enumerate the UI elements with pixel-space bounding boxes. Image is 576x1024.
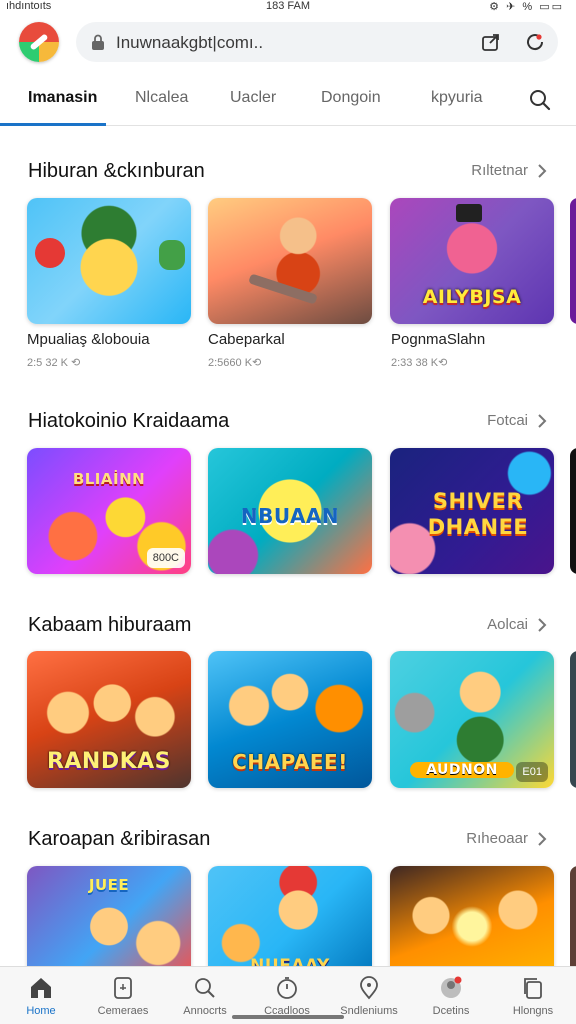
home-indicator[interactable] [232, 1015, 344, 1019]
game-art-title: AUDNON [410, 762, 514, 778]
card-title[interactable]: Mpualiaş &lobouia [27, 331, 150, 348]
game-card[interactable]: NBUAAN [208, 448, 372, 574]
card-title[interactable]: PognmaSlahn [391, 331, 485, 348]
lock-icon [92, 34, 104, 50]
reload-icon[interactable] [524, 31, 546, 53]
game-art-title: CHAPAEE! [232, 750, 348, 774]
section-title: Karoapan &ribirasan [28, 828, 211, 850]
card-badge: E01 [516, 762, 548, 782]
game-art-title: RANDKAS [46, 749, 172, 774]
next-card-peek[interactable] [570, 448, 576, 574]
next-card-peek[interactable] [570, 866, 576, 976]
copy-icon [524, 978, 542, 999]
nav-hlongns[interactable]: Hlongns [492, 975, 574, 1017]
game-art-title: AILYBJSA [422, 286, 522, 308]
nav-cemeraes[interactable]: Cemeraes [82, 975, 164, 1017]
section-title: Kabaam hiburaam [28, 614, 192, 636]
phone-icon [114, 977, 132, 999]
card-title[interactable]: Cabeparkal [208, 331, 285, 348]
app-screen: ıhdıntoıts 183 FAM ⚙ ✈ % ▭▭ Inuwnaakgbt|… [0, 0, 576, 1024]
game-card[interactable]: RANDKAS [27, 651, 191, 788]
timer-icon [277, 977, 297, 999]
game-card[interactable]: CHAPAEE! [208, 651, 372, 788]
card-meta: 2:5 32 K ⟲ [27, 357, 81, 369]
card-meta: 2:5660 K⟲ [208, 357, 262, 369]
card-meta: 2:33 38 K⟲ [391, 357, 448, 369]
chevron-right-icon[interactable] [536, 413, 548, 429]
chevron-right-icon[interactable] [536, 617, 548, 633]
see-all-link[interactable]: Aolcai [487, 616, 528, 633]
game-card[interactable]: NUEAAY [208, 866, 372, 976]
search-icon [195, 978, 215, 998]
browser-toolbar: Inuwnaakgbt|comı.. [0, 16, 576, 72]
card-badge: 800C [146, 548, 185, 568]
chevron-right-icon[interactable] [536, 163, 548, 179]
game-card[interactable]: AILYBJSA [390, 198, 554, 324]
game-card[interactable] [27, 198, 191, 324]
tab-dongoin[interactable]: Dongoin [321, 89, 381, 107]
section-hiatokoinio: Hiatokoinio Kraidaama Fotcai BLIAİNN 800… [0, 410, 576, 580]
nav-sndleniums[interactable]: Sndleniums [328, 975, 410, 1017]
see-all-link[interactable]: Rıheoaar [466, 830, 528, 847]
status-icons: ⚙ ✈ % ▭▭ [489, 1, 564, 13]
chevron-right-icon[interactable] [536, 831, 548, 847]
tab-nlcalea[interactable]: Nlcalea [135, 89, 188, 107]
section-title: Hiatokoinio Kraidaama [28, 410, 230, 432]
search-icon[interactable] [528, 88, 552, 112]
see-all-link[interactable]: Fotcai [487, 412, 528, 429]
app-logo-icon[interactable] [19, 22, 59, 62]
nav-ccadloos[interactable]: Ccadloos [246, 975, 328, 1017]
section-kabaam: Kabaam hiburaam Aolcai RANDKAS CHAPAEE! … [0, 614, 576, 794]
see-all-link[interactable]: Rıltetnar [471, 162, 528, 179]
nav-dcetins[interactable]: Dcetins [410, 975, 492, 1017]
url-text[interactable]: Inuwnaakgbt|comı.. [116, 33, 263, 53]
nav-home[interactable]: Home [0, 975, 82, 1017]
game-art-title: BLIAİNN [72, 470, 146, 488]
home-icon [31, 978, 51, 998]
game-art-title: NBUAAN [240, 504, 340, 528]
pin-icon [360, 976, 378, 1000]
section-hiburan: Hiburan &ckınburan Rıltetnar Mpualiaş &l… [0, 160, 576, 375]
next-card-peek[interactable] [570, 651, 576, 788]
next-card-peek[interactable] [570, 198, 576, 324]
tab-uacler[interactable]: Uacler [230, 89, 276, 107]
tab-kpyuria[interactable]: kpyuria [431, 89, 483, 107]
section-title: Hiburan &ckınburan [28, 160, 205, 182]
game-art-title: JUEE [88, 876, 130, 894]
tab-imanasin[interactable]: Imanasin [28, 89, 97, 107]
address-bar[interactable]: Inuwnaakgbt|comı.. [76, 22, 558, 62]
nav-annocrts[interactable]: Annocrts [164, 975, 246, 1017]
avatar-icon [441, 976, 462, 998]
game-card[interactable] [208, 198, 372, 324]
game-card[interactable]: SHIVER DHANEE [390, 448, 554, 574]
status-bar: ıhdıntoıts 183 FAM ⚙ ✈ % ▭▭ [0, 0, 576, 16]
game-art-title: SHIVER DHANEE [427, 489, 529, 539]
game-card[interactable] [390, 866, 554, 976]
game-card[interactable]: BLIAİNN 800C [27, 448, 191, 574]
active-tab-indicator [0, 123, 106, 126]
game-card[interactable]: JUEE [27, 866, 191, 976]
section-karoapan: Karoapan &ribirasan Rıheoaar JUEE NUEAAY [0, 828, 576, 976]
category-tabs: Imanasin Nlcalea Uacler Dongoin kpyuria [0, 72, 576, 126]
game-card[interactable]: AUDNON E01 [390, 651, 554, 788]
share-icon[interactable] [480, 31, 502, 53]
